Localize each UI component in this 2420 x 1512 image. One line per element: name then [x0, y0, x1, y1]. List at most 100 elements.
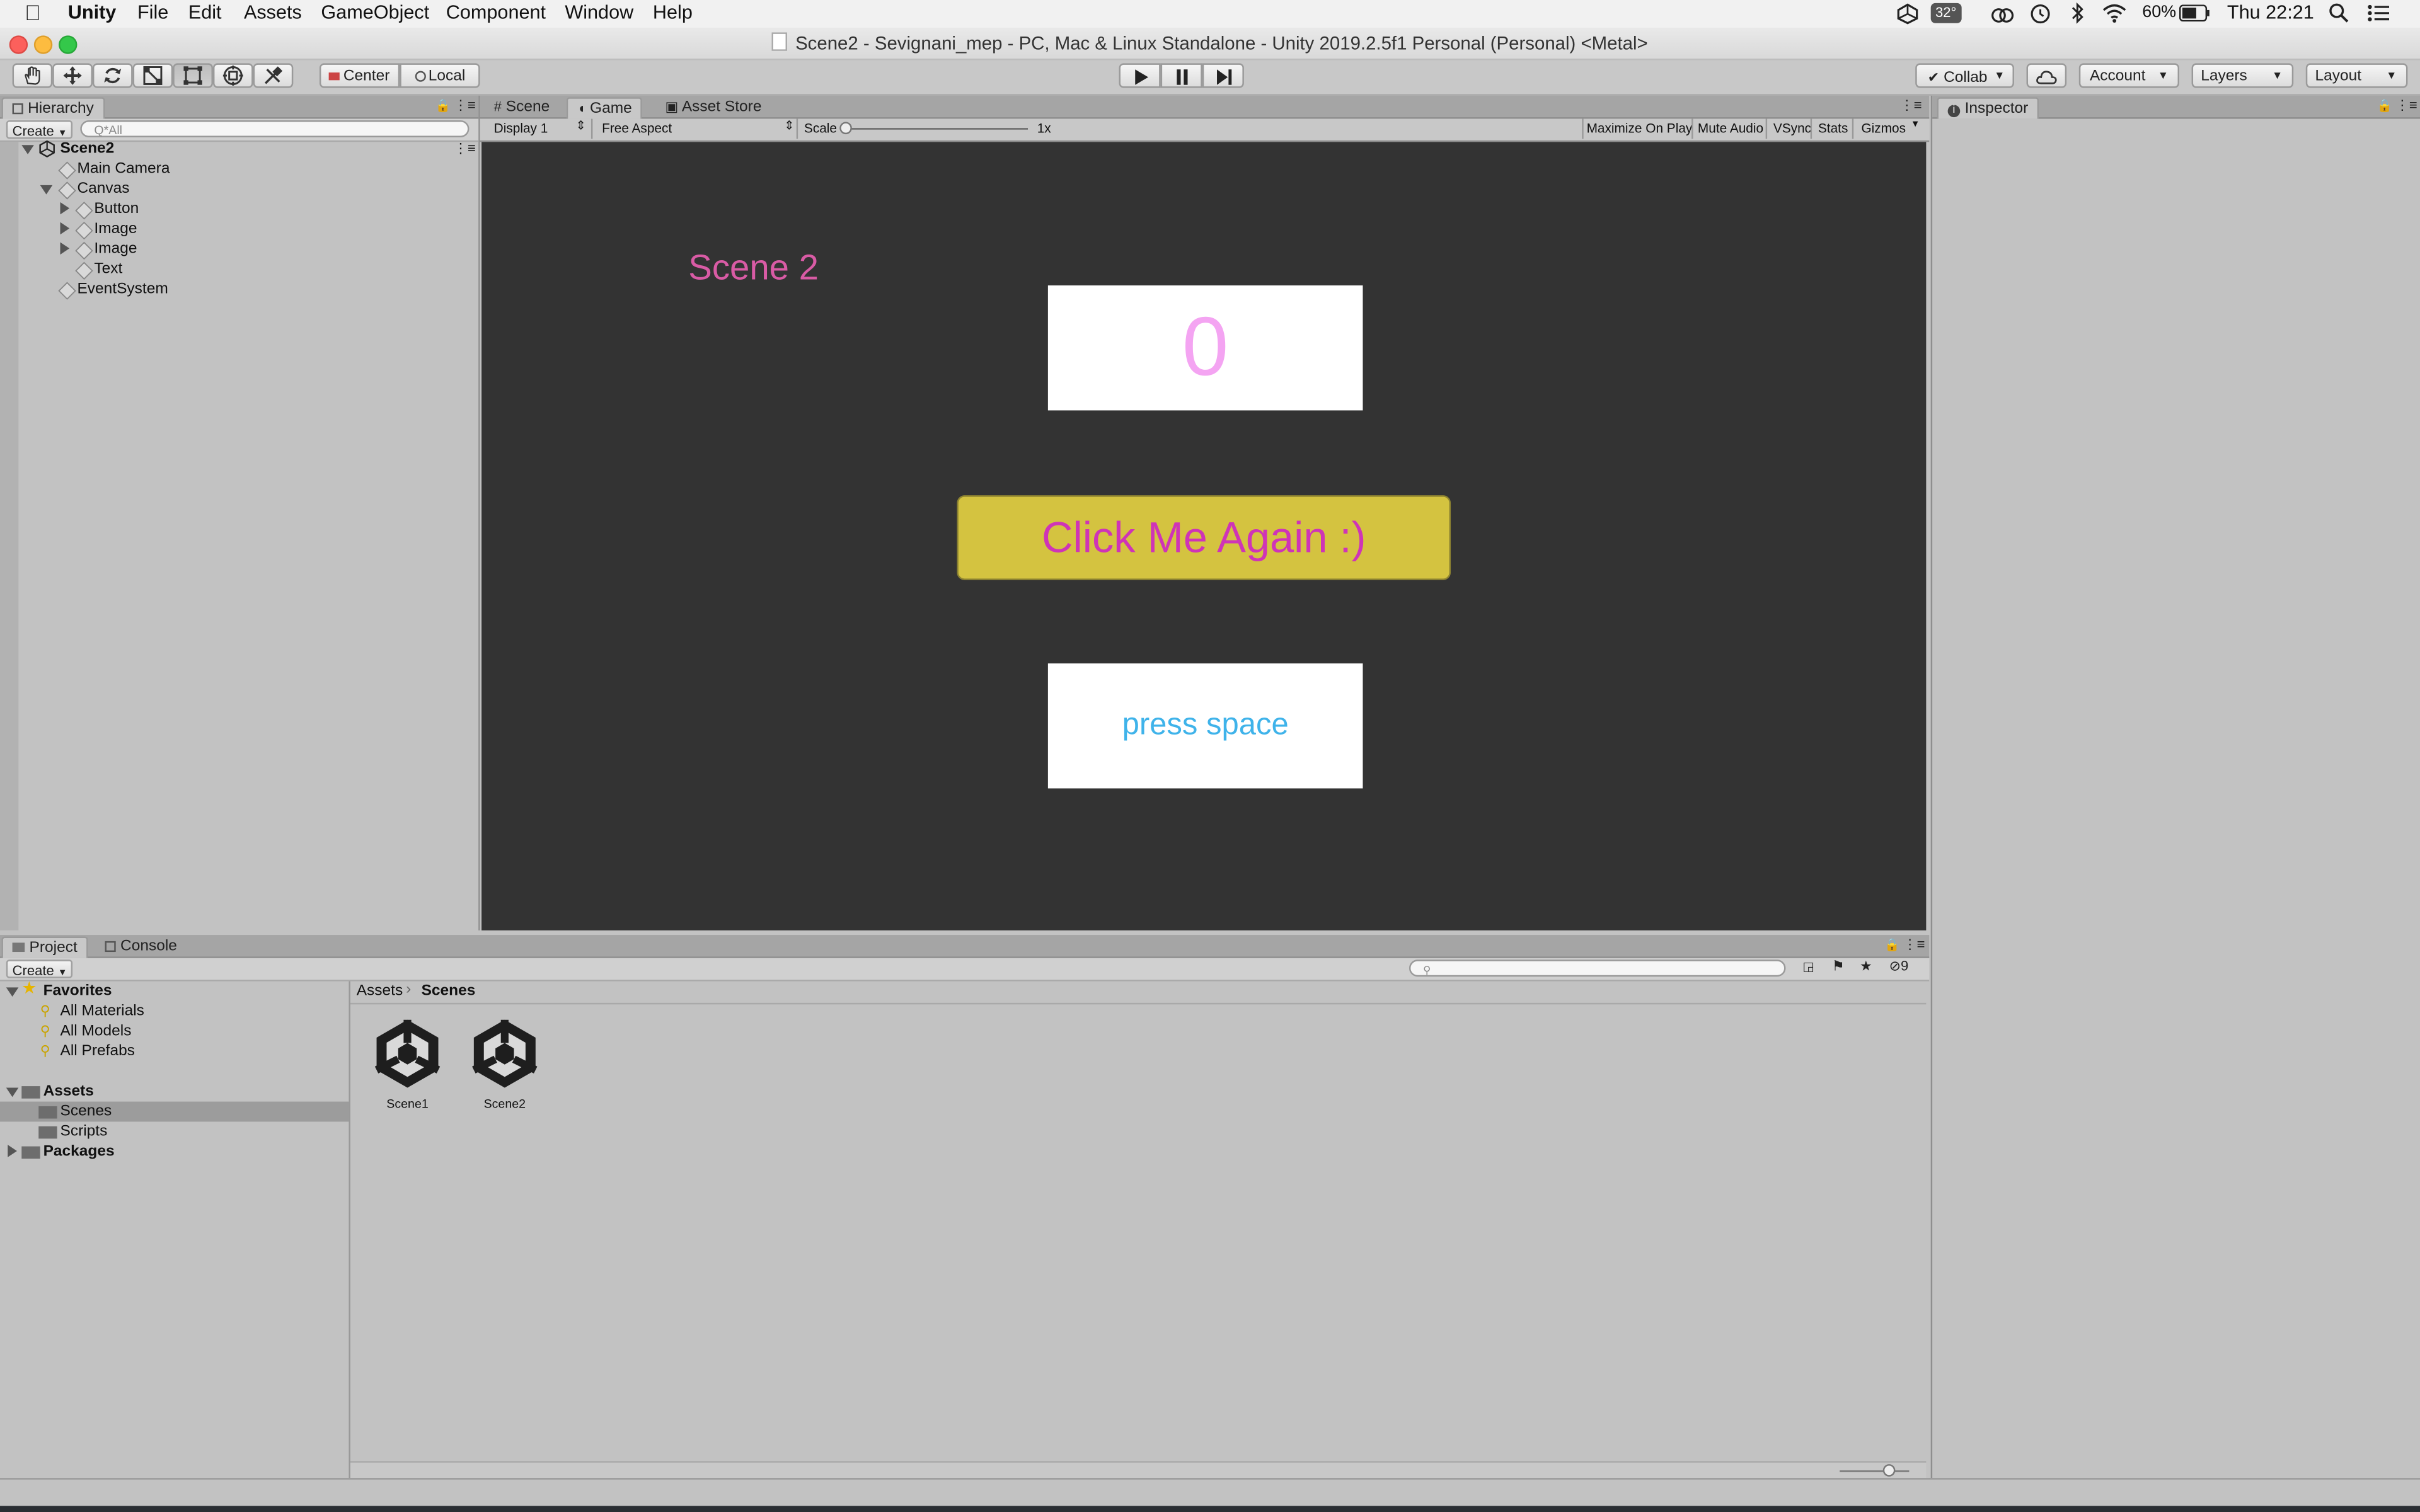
- tab-project[interactable]: Project: [1, 936, 88, 958]
- creative-cloud-icon[interactable]: [1991, 3, 2014, 25]
- tab-hierarchy[interactable]: Hierarchy: [1, 97, 105, 119]
- menu-edit[interactable]: Edit: [188, 1, 222, 23]
- inspector-tabstrip: i Inspector 🔒 ⋮≡: [1932, 95, 2420, 119]
- expand-arrow-icon[interactable]: [6, 1087, 19, 1097]
- zoom-slider-track[interactable]: [1840, 1470, 1910, 1472]
- notification-center-icon[interactable]: [2368, 4, 2390, 21]
- search-icon: ⚲: [40, 1043, 50, 1059]
- zoom-slider-thumb[interactable]: [1882, 1464, 1895, 1477]
- scale-tool-button[interactable]: [132, 63, 173, 88]
- minimize-window-button[interactable]: [33, 35, 53, 54]
- scale-slider-track[interactable]: [846, 128, 1028, 130]
- temperature-badge[interactable]: 32°: [1930, 3, 1961, 23]
- hidden-packages-toggle[interactable]: ⊘9: [1889, 958, 1909, 975]
- expand-arrow-icon[interactable]: [6, 987, 19, 997]
- project-panel: Project Console 🔒 ⋮≡ Create ▼ ⚲ ◲ ⚑ ★ ⊘9…: [0, 935, 1930, 1479]
- expand-arrow-icon[interactable]: [21, 145, 34, 154]
- favorite-star-icon[interactable]: ★: [1860, 958, 1872, 975]
- stats-toggle[interactable]: Stats: [1818, 120, 1848, 135]
- unity-status-icon[interactable]: [1897, 3, 1918, 25]
- zoom-window-button[interactable]: [59, 35, 78, 54]
- menu-file[interactable]: File: [137, 1, 168, 23]
- tab-scene[interactable]: # Scene: [485, 97, 559, 117]
- bluetooth-icon[interactable]: [2068, 1, 2087, 25]
- tab-game[interactable]: ◖ Game: [566, 97, 643, 119]
- menu-gameobject[interactable]: GameObject: [321, 1, 429, 23]
- time-machine-icon[interactable]: [2029, 3, 2051, 25]
- clock[interactable]: Thu 22:21: [2227, 1, 2314, 23]
- menu-component[interactable]: Component: [446, 1, 546, 23]
- collapsed-arrow-icon[interactable]: [60, 242, 70, 255]
- close-window-button[interactable]: [9, 35, 28, 54]
- hierarchy-scene-row[interactable]: Scene2 ⋮≡: [21, 139, 478, 159]
- play-button[interactable]: [1119, 63, 1161, 88]
- dropdown-arrow-icon[interactable]: ▼: [1911, 120, 1920, 130]
- lock-icon[interactable]: 🔒: [435, 99, 451, 113]
- mute-audio-toggle[interactable]: Mute Audio: [1698, 120, 1763, 135]
- gizmos-toggle[interactable]: Gizmos: [1861, 120, 1906, 135]
- local-space-icon: [414, 71, 425, 82]
- collapsed-arrow-icon[interactable]: [60, 202, 70, 215]
- apple-icon[interactable]: : [25, 0, 41, 25]
- rotate-tool-button[interactable]: [92, 63, 133, 88]
- asset-scene2[interactable]: Scene2: [464, 1015, 544, 1117]
- project-create-button[interactable]: Create ▼: [6, 959, 74, 978]
- tab-console[interactable]: Console: [96, 937, 187, 957]
- game-render-area[interactable]: Scene 2 0 Click Me Again :) press space: [481, 142, 1927, 931]
- pivot-center-toggle[interactable]: Center: [319, 63, 400, 88]
- breadcrumb-assets[interactable]: Assets: [357, 983, 403, 1000]
- tab-inspector[interactable]: i Inspector: [1937, 97, 2039, 119]
- scale-slider-thumb[interactable]: [839, 122, 852, 135]
- battery-icon[interactable]: [2179, 4, 2210, 22]
- pivot-local-toggle[interactable]: Local: [400, 63, 480, 88]
- lock-icon[interactable]: 🔒: [2377, 99, 2392, 113]
- layers-dropdown[interactable]: Layers ▼: [2191, 63, 2294, 88]
- collapsed-arrow-icon[interactable]: [8, 1145, 17, 1157]
- display-dropdown[interactable]: Display 1: [494, 120, 548, 135]
- click-me-again-button[interactable]: Click Me Again :): [957, 495, 1451, 580]
- wifi-icon[interactable]: [2102, 3, 2127, 23]
- asset-scene1[interactable]: Scene1: [367, 1015, 447, 1117]
- search-by-type-icon[interactable]: ◲: [1802, 959, 1814, 973]
- menu-help[interactable]: Help: [653, 1, 693, 23]
- panel-menu-icon[interactable]: ⋮≡: [454, 97, 476, 114]
- panel-menu-icon[interactable]: ⋮≡: [2395, 97, 2417, 114]
- search-icon: ⚲: [40, 1022, 50, 1039]
- dropdown-arrow-icon: ▼: [1994, 71, 2005, 82]
- unity-scene-icon: [38, 140, 55, 158]
- hierarchy-search-input[interactable]: Q*All: [80, 120, 470, 137]
- pause-button[interactable]: [1160, 63, 1202, 88]
- search-by-label-icon[interactable]: ⚑: [1832, 958, 1845, 975]
- hand-tool-button[interactable]: [12, 63, 53, 88]
- aspect-dropdown[interactable]: Free Aspect: [602, 120, 672, 135]
- expand-arrow-icon[interactable]: [40, 185, 53, 195]
- spotlight-search-icon[interactable]: [2329, 3, 2349, 23]
- panel-menu-icon[interactable]: ⋮≡: [1903, 937, 1925, 954]
- layout-dropdown[interactable]: Layout ▼: [2305, 63, 2408, 88]
- game-view-toolbar: Display 1 ⇕ Free Aspect ⇕ Scale 1x Maxim…: [480, 118, 1930, 142]
- scene-menu-icon[interactable]: ⋮≡: [454, 139, 476, 159]
- collab-dropdown[interactable]: ✔ Collab ▼: [1915, 63, 2014, 88]
- panel-menu-icon[interactable]: ⋮≡: [1900, 97, 1922, 114]
- custom-tool-button[interactable]: [253, 63, 294, 88]
- breadcrumb-scenes[interactable]: Scenes: [422, 983, 476, 1000]
- move-tool-button[interactable]: [52, 63, 93, 88]
- step-button[interactable]: [1202, 63, 1244, 88]
- menu-window[interactable]: Window: [565, 1, 633, 23]
- app-menu[interactable]: Unity: [68, 1, 117, 23]
- folder-scenes-row[interactable]: Scenes: [0, 1101, 349, 1122]
- favorites-label: Favorites: [43, 983, 112, 1000]
- rect-tool-button[interactable]: [173, 63, 213, 88]
- vsync-toggle[interactable]: VSync: [1773, 120, 1811, 135]
- hierarchy-create-button[interactable]: Create ▼: [6, 120, 74, 139]
- menu-assets[interactable]: Assets: [244, 1, 302, 23]
- account-dropdown[interactable]: Account ▼: [2078, 63, 2179, 88]
- transform-tool-button[interactable]: [212, 63, 253, 88]
- maximize-on-play-toggle[interactable]: Maximize On Play: [1587, 120, 1693, 135]
- cloud-button[interactable]: [2026, 63, 2067, 88]
- collapsed-arrow-icon[interactable]: [60, 222, 70, 235]
- hierarchy-item-label: Main Camera: [77, 160, 170, 178]
- tab-asset-store[interactable]: ▣ Asset Store: [656, 97, 771, 117]
- project-search-input[interactable]: ⚲: [1409, 959, 1786, 977]
- lock-icon[interactable]: 🔒: [1884, 938, 1899, 952]
